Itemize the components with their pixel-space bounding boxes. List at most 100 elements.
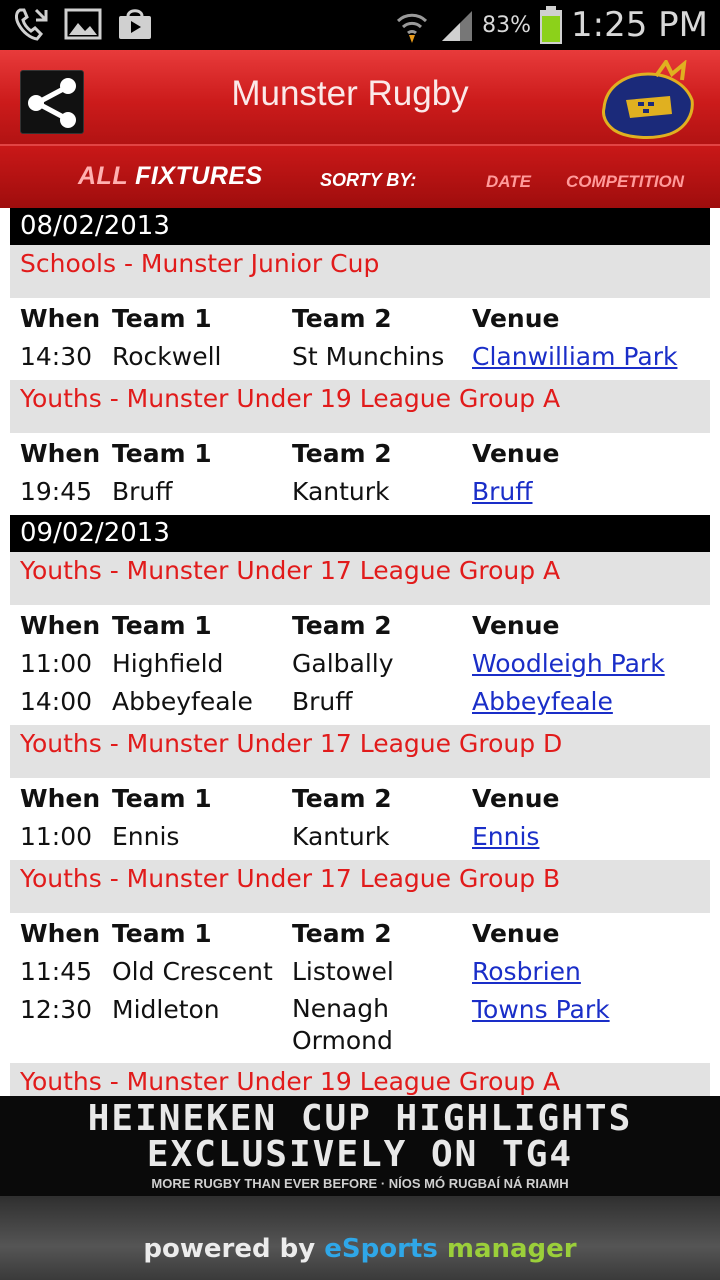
status-bar: 83% 1:25 PM	[0, 0, 720, 50]
all-fixtures-tab[interactable]: ALL FIXTURES	[78, 162, 263, 191]
col-team2: Team 2	[292, 784, 392, 813]
fixture-when: 11:00	[20, 822, 93, 851]
sort-by-competition-button[interactable]: COMPETITION	[566, 172, 684, 192]
wifi-icon	[397, 13, 428, 43]
clock: 1:25 PM	[571, 5, 708, 45]
fixture-team1: Ennis	[112, 822, 180, 851]
table-row: 19:45 Bruff Kanturk Bruff	[10, 475, 710, 513]
table-row: 12:30 Midleton Nenagh Ormond Towns Park	[10, 993, 710, 1061]
col-when: When	[20, 439, 101, 468]
shopping-bag-icon	[119, 9, 151, 39]
col-team1: Team 1	[112, 439, 212, 468]
fixture-table: When Team 1 Team 2 Venue 19:45 Bruff Kan…	[10, 433, 710, 515]
col-when: When	[20, 784, 101, 813]
col-team2: Team 2	[292, 439, 392, 468]
col-team2: Team 2	[292, 304, 392, 333]
powered-by: powered by eSports manager	[0, 1234, 720, 1264]
col-team2: Team 2	[292, 611, 392, 640]
competition-header: Youths - Munster Under 17 League Group B	[10, 860, 710, 913]
competition-header: Schools - Munster Junior Cup	[10, 245, 710, 298]
fixture-table: When Team 1 Team 2 Venue 11:00 Highfield…	[10, 605, 710, 725]
table-row: 11:45 Old Crescent Listowel Rosbrien	[10, 955, 710, 993]
fixture-table: When Team 1 Team 2 Venue 11:45 Old Cresc…	[10, 913, 710, 1063]
date-header: 09/02/2013	[10, 515, 710, 552]
brand-esports: eSports	[324, 1234, 438, 1264]
fixture-team1: Highfield	[112, 649, 224, 678]
col-team1: Team 1	[112, 611, 212, 640]
col-team1: Team 1	[112, 304, 212, 333]
banner-headline: HEINEKEN CUP HIGHLIGHTS	[87, 1098, 633, 1139]
col-team1: Team 1	[112, 919, 212, 948]
col-when: When	[20, 304, 101, 333]
table-row: 14:30 Rockwell St Munchins Clanwilliam P…	[10, 340, 710, 378]
phone-missed-call-icon	[15, 8, 48, 41]
fixture-when: 11:45	[20, 957, 93, 986]
venue-link[interactable]: Rosbrien	[472, 957, 581, 986]
fixture-team2: Kanturk	[292, 822, 390, 851]
banner-tagline: MORE RUGBY THAN EVER BEFORE · NÍOS MÓ RU…	[151, 1176, 569, 1191]
venue-link[interactable]: Towns Park	[472, 995, 610, 1024]
venue-link[interactable]: Woodleigh Park	[472, 649, 665, 678]
brand-manager: manager	[437, 1234, 577, 1264]
col-team2: Team 2	[292, 919, 392, 948]
sort-by-date-button[interactable]: DATE	[486, 172, 531, 192]
fixture-when: 12:30	[20, 995, 93, 1024]
share-button[interactable]	[20, 70, 84, 134]
table-row: 11:00 Ennis Kanturk Ennis	[10, 820, 710, 858]
fixture-team2: Listowel	[292, 957, 394, 986]
col-venue: Venue	[472, 784, 560, 813]
venue-link[interactable]: Ennis	[472, 822, 539, 851]
filter-bar: ALL FIXTURES SORTY BY: DATE COMPETITION	[0, 144, 720, 208]
fixture-when: 19:45	[20, 477, 93, 506]
fixture-team1: Old Crescent	[112, 957, 273, 986]
col-venue: Venue	[472, 304, 560, 333]
fixture-team2: Galbally	[292, 649, 394, 678]
fixture-team1: Rockwell	[112, 342, 222, 371]
date-header: 08/02/2013	[10, 208, 710, 245]
col-venue: Venue	[472, 611, 560, 640]
signal-icon	[442, 11, 473, 41]
fixture-team2: St Munchins	[292, 342, 445, 371]
all-fixtures-label: FIXTURES	[135, 162, 263, 190]
gallery-icon	[64, 8, 102, 40]
app-header: Munster Rugby	[0, 50, 720, 144]
col-when: When	[20, 611, 101, 640]
venue-link[interactable]: Bruff	[472, 477, 533, 506]
col-venue: Venue	[472, 919, 560, 948]
fixture-when: 14:30	[20, 342, 93, 371]
table-header: When Team 1 Team 2 Venue	[10, 609, 710, 647]
fixture-team1: Midleton	[112, 995, 220, 1024]
fixture-team1: Bruff	[112, 477, 173, 506]
venue-link[interactable]: Abbeyfeale	[472, 687, 613, 716]
footer: powered by eSports manager	[0, 1196, 720, 1280]
ad-banner[interactable]: HEINEKEN CUP HIGHLIGHTS EXCLUSIVELY ON T…	[0, 1096, 720, 1196]
table-header: When Team 1 Team 2 Venue	[10, 302, 710, 340]
app-title: Munster Rugby	[231, 74, 469, 113]
banner-subheadline: EXCLUSIVELY ON TG4	[146, 1134, 574, 1175]
table-row: 11:00 Highfield Galbally Woodleigh Park	[10, 647, 710, 685]
venue-link[interactable]: Clanwilliam Park	[472, 342, 677, 371]
munster-logo-icon	[602, 60, 694, 139]
fixture-team1: Abbeyfeale	[112, 687, 253, 716]
sort-by-label: SORTY BY:	[320, 170, 417, 190]
fixture-when: 11:00	[20, 649, 93, 678]
fixture-table: When Team 1 Team 2 Venue 14:30 Rockwell …	[10, 298, 710, 380]
table-header: When Team 1 Team 2 Venue	[10, 917, 710, 955]
fixture-team2: Bruff	[292, 687, 353, 716]
col-team1: Team 1	[112, 784, 212, 813]
col-when: When	[20, 919, 101, 948]
competition-header: Youths - Munster Under 17 League Group D	[10, 725, 710, 778]
competition-header: Youths - Munster Under 17 League Group A	[10, 552, 710, 605]
share-icon	[28, 78, 76, 128]
fixture-team2: Kanturk	[292, 477, 390, 506]
col-venue: Venue	[472, 439, 560, 468]
table-header: When Team 1 Team 2 Venue	[10, 782, 710, 820]
powered-by-text: powered by	[143, 1234, 325, 1264]
fixture-table: When Team 1 Team 2 Venue 11:00 Ennis Kan…	[10, 778, 710, 860]
table-header: When Team 1 Team 2 Venue	[10, 437, 710, 475]
battery-icon	[540, 6, 562, 44]
all-fixtures-prefix: ALL	[78, 162, 128, 190]
table-row: 14:00 Abbeyfeale Bruff Abbeyfeale	[10, 685, 710, 723]
fixture-list[interactable]: 08/02/2013 Schools - Munster Junior Cup …	[10, 208, 710, 1116]
fixture-when: 14:00	[20, 687, 93, 716]
